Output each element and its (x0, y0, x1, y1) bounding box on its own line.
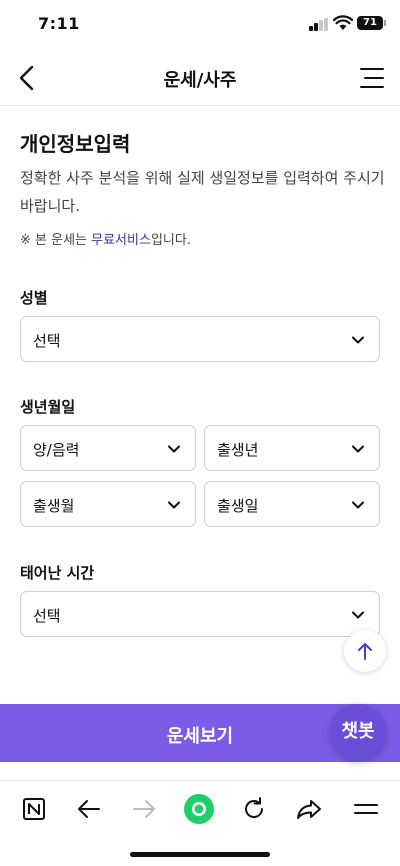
birth-year-value: 출생년 (217, 441, 259, 459)
birth-time-select[interactable]: 선택 (20, 591, 380, 637)
hamburger-menu-icon (360, 68, 384, 88)
share-icon (297, 800, 321, 819)
gender-label: 성별 (20, 289, 48, 307)
free-service-link: 무료서비스 (91, 233, 151, 248)
chevron-down-icon (352, 611, 364, 619)
chevron-down-icon (168, 501, 180, 509)
form-description: 정확한 사주 분석을 위해 실제 생일정보를 입력하여 주시기 바랍니다. (20, 169, 385, 215)
status-bar: 7:11 71 (0, 0, 400, 50)
arrow-left-icon (78, 800, 100, 818)
green-dot-button[interactable] (183, 793, 215, 825)
free-service-notice: ※ 본 운세는 무료서비스입니다. (20, 229, 191, 248)
browser-back-button[interactable] (73, 793, 105, 825)
birth-month-value: 출생월 (33, 497, 75, 515)
chatbot-button[interactable]: 챗봇 (330, 704, 386, 760)
browser-forward-button[interactable] (128, 793, 160, 825)
app-header: 운세/사주 (0, 50, 400, 106)
page-title: 운세/사주 (163, 70, 237, 91)
calendar-type-select[interactable]: 양/음력 (20, 425, 196, 471)
browser-toolbar (0, 780, 400, 836)
naver-home-button[interactable] (18, 793, 50, 825)
green-dot-icon (184, 794, 214, 824)
battery-icon: 71 (357, 16, 386, 30)
birth-day-select[interactable]: 출생일 (204, 481, 380, 527)
wifi-icon (333, 15, 353, 30)
share-button[interactable] (293, 793, 325, 825)
home-indicator (130, 852, 270, 857)
birth-year-select[interactable]: 출생년 (204, 425, 380, 471)
form-title: 개인정보입력 (20, 132, 131, 156)
browser-menu-button[interactable] (350, 793, 382, 825)
cellular-signal-icon (309, 18, 329, 31)
arrow-up-icon (358, 643, 372, 660)
refresh-icon (245, 797, 264, 818)
naver-logo-icon (23, 798, 45, 820)
refresh-button[interactable] (238, 793, 270, 825)
menu-button[interactable] (358, 64, 386, 92)
birth-month-select[interactable]: 출생월 (20, 481, 196, 527)
notice-suffix: 입니다. (150, 233, 191, 248)
chevron-down-icon (352, 336, 364, 344)
birth-day-value: 출생일 (217, 497, 259, 515)
birthdate-label: 생년월일 (20, 398, 76, 416)
notice-prefix: ※ 본 운세는 (20, 233, 92, 248)
chevron-down-icon (352, 501, 364, 509)
birth-time-value: 선택 (33, 607, 61, 625)
arrow-right-icon (133, 800, 155, 818)
chevron-down-icon (352, 445, 364, 453)
calendar-type-value: 양/음력 (33, 441, 80, 459)
menu-lines-icon (354, 804, 378, 814)
birth-time-label: 태어난 시간 (20, 564, 95, 582)
status-time: 7:11 (38, 14, 80, 33)
chevron-down-icon (168, 445, 180, 453)
scroll-to-top-button[interactable] (344, 630, 386, 672)
gender-select-value: 선택 (33, 332, 61, 350)
gender-select[interactable]: 선택 (20, 316, 380, 362)
